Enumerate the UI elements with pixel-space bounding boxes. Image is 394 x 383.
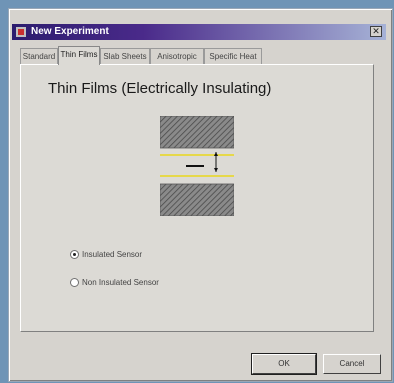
ok-button[interactable]: OK [251, 353, 317, 375]
app-icon [16, 27, 26, 37]
cancel-button[interactable]: Cancel [323, 354, 381, 374]
option-label: Insulated Sensor [82, 249, 143, 259]
close-icon: ✕ [372, 26, 380, 36]
thin-film-sensor-diagram-icon [160, 116, 234, 216]
tab-anisotropic[interactable]: Anisotropic [150, 48, 204, 64]
upper-block [160, 116, 234, 149]
tab-label: Specific Heat [209, 52, 257, 61]
tab-slab-sheets[interactable]: Slab Sheets [100, 48, 150, 64]
tab-label: Standard [22, 52, 56, 61]
tab-specific-heat[interactable]: Specific Heat [204, 48, 262, 64]
lower-block [160, 183, 234, 216]
option-label: Non Insulated Sensor [82, 277, 159, 287]
radio-button[interactable] [70, 277, 79, 287]
tab-label: Thin Films [60, 50, 98, 59]
button-label: Cancel [339, 359, 365, 368]
insulated-sensor-option[interactable]: Insulated Sensor [70, 247, 142, 261]
non-insulated-sensor-option[interactable]: Non Insulated Sensor [70, 275, 159, 289]
title-bar[interactable]: New Experiment ✕ [12, 24, 386, 40]
button-label: OK [278, 359, 290, 368]
tab-thin-films[interactable]: Thin Films [58, 46, 100, 65]
panel-heading: Thin Films (Electrically Insulating) [48, 80, 272, 97]
window-title: New Experiment [31, 26, 109, 37]
tab-standard[interactable]: Standard [20, 48, 58, 64]
close-button[interactable]: ✕ [370, 26, 382, 37]
tab-label: Slab Sheets [103, 52, 147, 61]
tab-label: Anisotropic [157, 52, 197, 61]
radio-button[interactable] [70, 249, 79, 259]
